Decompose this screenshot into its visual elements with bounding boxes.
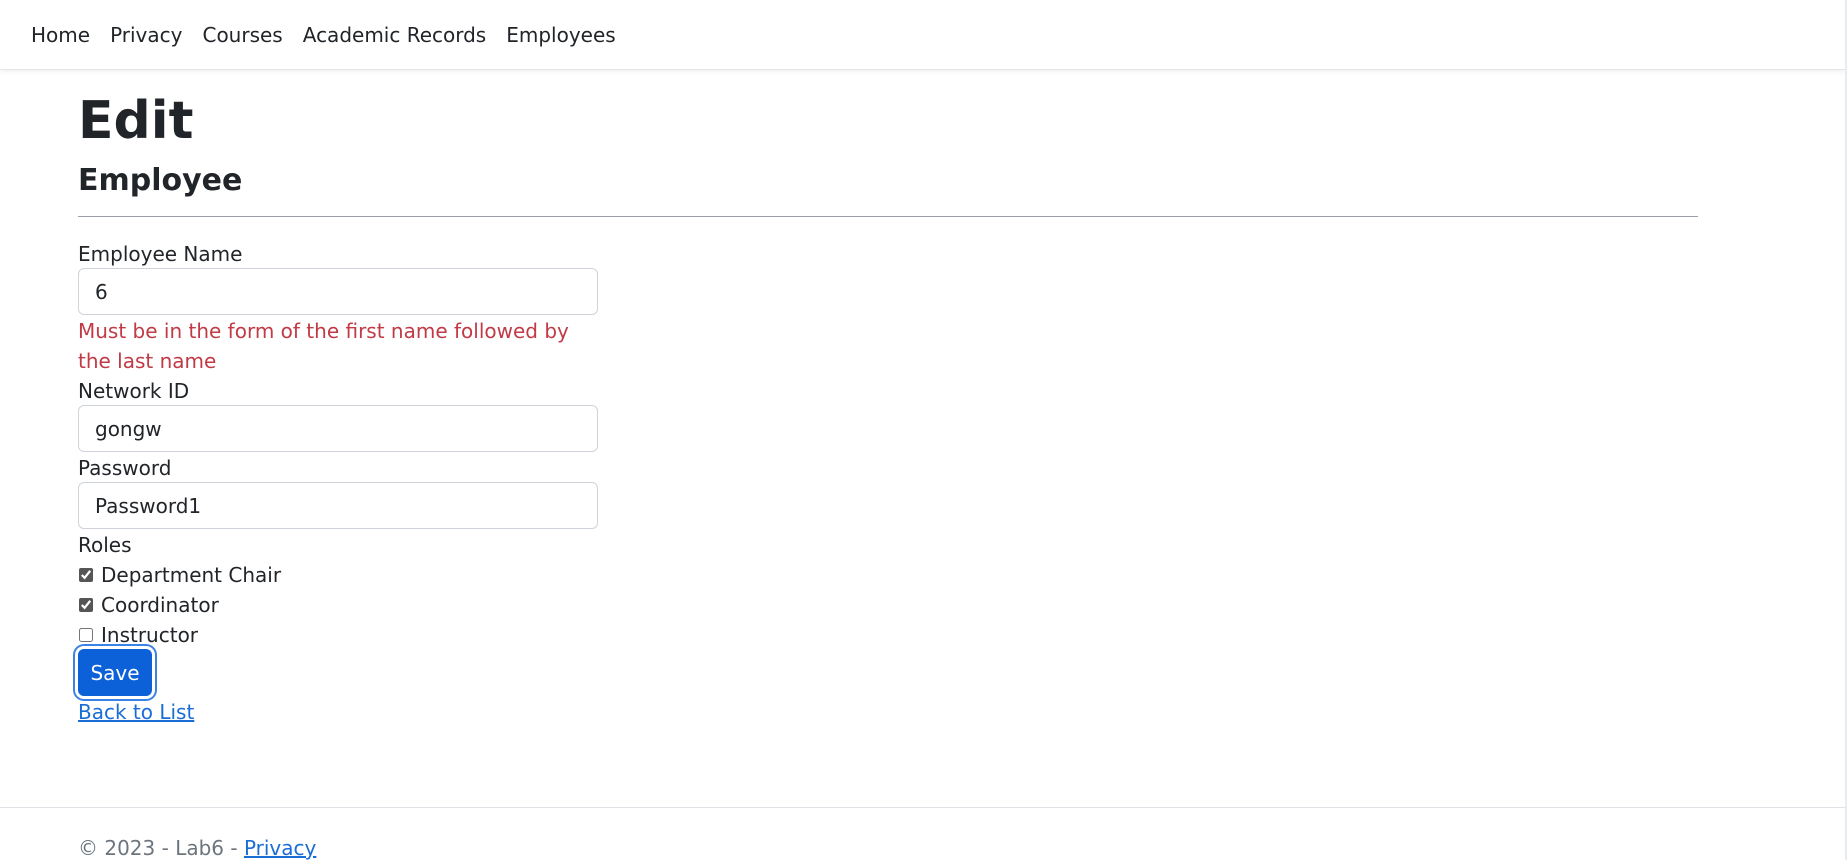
role-coordinator-checkbox[interactable] — [79, 598, 93, 612]
nav-privacy[interactable]: Privacy — [110, 23, 182, 47]
footer: © 2023 - Lab6 - Privacy — [0, 807, 1847, 860]
role-coordinator[interactable]: Coordinator — [78, 593, 219, 617]
password-input[interactable] — [78, 482, 598, 529]
page-subtitle: Employee — [78, 163, 243, 198]
nav-courses[interactable]: Courses — [202, 23, 282, 47]
nav-home[interactable]: Home — [31, 23, 90, 47]
role-instructor-checkbox[interactable] — [79, 628, 93, 642]
page-title: Edit — [78, 91, 194, 151]
roles-label: Roles — [78, 533, 132, 557]
section-divider — [78, 216, 1698, 217]
footer-privacy-link[interactable]: Privacy — [244, 836, 316, 860]
employee-name-label: Employee Name — [78, 242, 243, 266]
back-to-list-link[interactable]: Back to List — [78, 700, 194, 724]
role-department-chair[interactable]: Department Chair — [78, 563, 281, 587]
nav-employees[interactable]: Employees — [506, 23, 615, 47]
nav-academic-records[interactable]: Academic Records — [303, 23, 487, 47]
employee-name-error: Must be in the form of the first name fo… — [78, 319, 569, 373]
network-id-input[interactable] — [78, 405, 598, 452]
save-button[interactable]: Save — [78, 649, 152, 696]
role-instructor[interactable]: Instructor — [78, 623, 198, 647]
footer-text: © 2023 - Lab6 - Privacy — [78, 836, 316, 860]
top-navbar: Home Privacy Courses Academic Records Em… — [0, 0, 1847, 70]
role-coordinator-label: Coordinator — [101, 593, 219, 617]
role-department-chair-checkbox[interactable] — [79, 568, 93, 582]
employee-name-input[interactable] — [78, 268, 598, 315]
role-department-chair-label: Department Chair — [101, 563, 282, 587]
password-label: Password — [78, 456, 172, 480]
network-id-label: Network ID — [78, 379, 190, 403]
copyright-text: © 2023 - Lab6 - — [78, 836, 244, 860]
role-instructor-label: Instructor — [101, 623, 199, 647]
